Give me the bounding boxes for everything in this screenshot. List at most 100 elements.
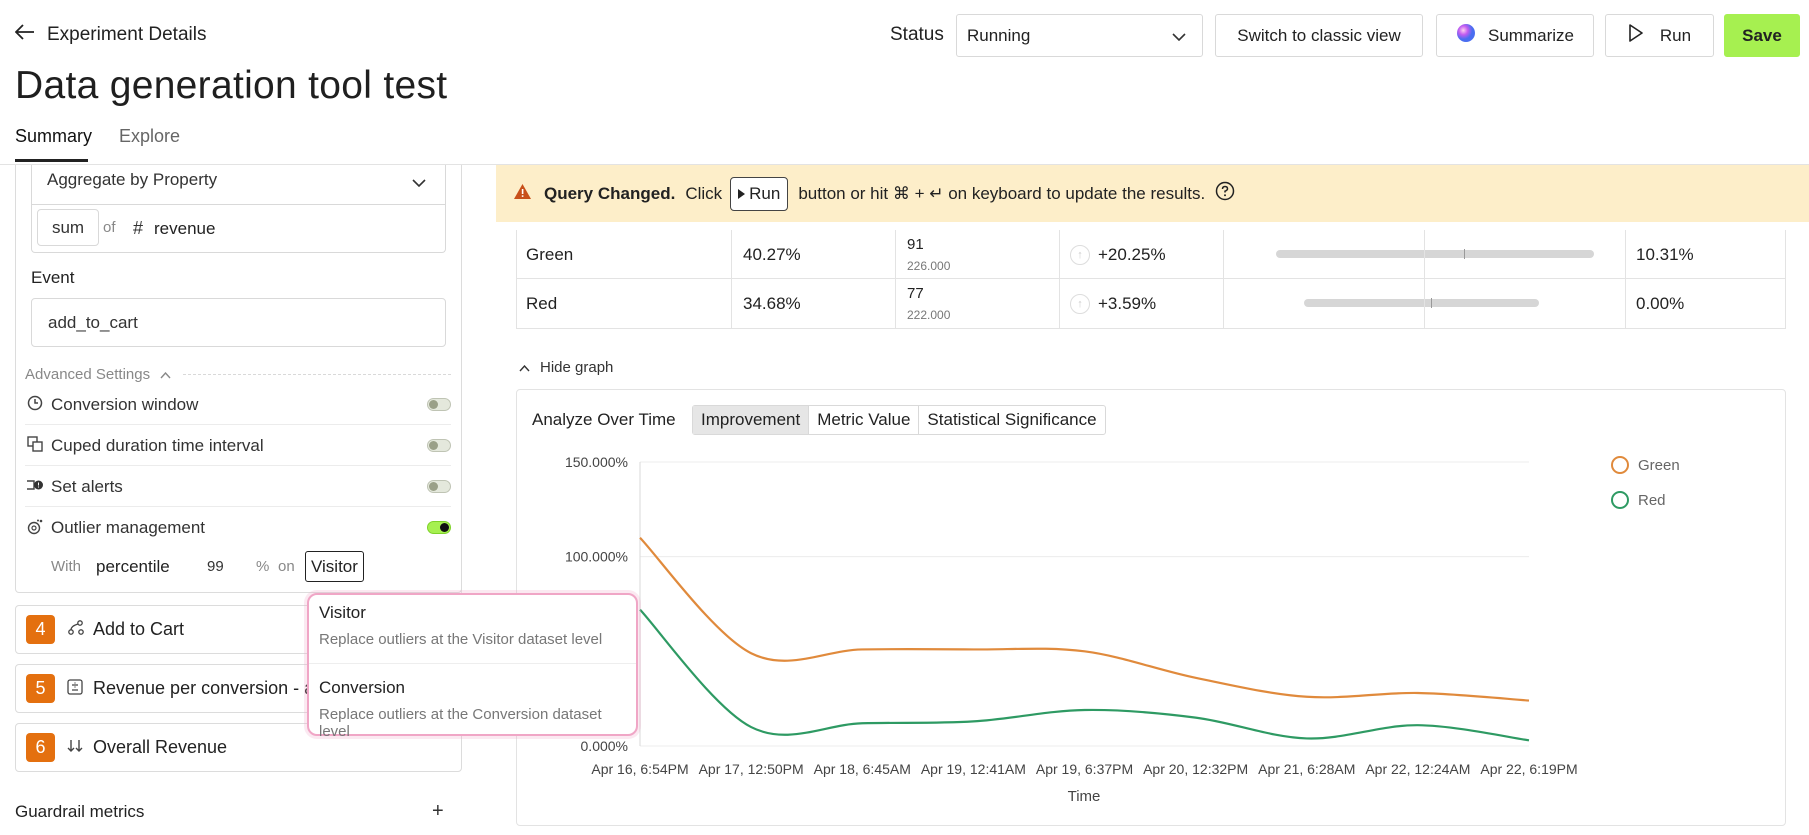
conversion-window-toggle[interactable] (427, 398, 451, 411)
arrow-up-icon: ↑ (1070, 244, 1090, 265)
total-value: 222.000 (907, 308, 951, 322)
significance-value: 10.31% (1636, 244, 1694, 264)
column-divider (1223, 230, 1224, 329)
app-header: Experiment Details Data generation tool … (0, 0, 1809, 165)
adv-label: Outlier management (51, 518, 206, 537)
chevron-up-icon (519, 359, 530, 376)
status-select[interactable]: Running (956, 14, 1203, 57)
outlier-icon (25, 519, 45, 538)
metric-number: 6 (26, 733, 55, 762)
run-button[interactable]: Run (1605, 14, 1714, 57)
line-chart: 150.000% 100.000% 0.000% Apr 16, 6:54PM Apr … (565, 454, 1680, 805)
on-label: on (278, 558, 295, 575)
option-description: Replace outliers at the Conversion datas… (319, 706, 602, 740)
mode-metric-value[interactable]: Metric Value (809, 406, 920, 434)
ci-midpoint (1464, 249, 1465, 259)
column-divider (1785, 230, 1786, 329)
cuped-toggle[interactable] (427, 439, 451, 452)
hide-graph-label: Hide graph (540, 359, 614, 376)
property-name[interactable]: revenue (154, 219, 215, 239)
play-icon (1628, 24, 1644, 47)
column-divider (1059, 230, 1060, 329)
help-icon[interactable] (1215, 181, 1235, 206)
advanced-settings-toggle[interactable]: Advanced Settings (25, 366, 171, 383)
count-cell: 77 222.000 (907, 279, 950, 328)
x-tick-label: Apr 18, 6:45AM (814, 761, 911, 777)
clock-icon (25, 395, 45, 414)
play-icon (738, 184, 746, 204)
metric-number: 5 (26, 674, 55, 703)
tab-explore[interactable]: Explore (119, 126, 180, 147)
adv-row-conversion-window: Conversion window (25, 385, 451, 425)
ci-bar (1303, 299, 1539, 307)
option-divider (309, 663, 636, 664)
agg-function-input[interactable]: sum (37, 209, 99, 246)
sort-down-icon (67, 739, 85, 757)
results-table: Green 40.27% 91 226.000 ↑ +20.25% 10.31%… (516, 230, 1786, 329)
page-title: Data generation tool test (15, 64, 448, 107)
adv-label: Set alerts (51, 476, 123, 496)
chevron-up-icon (160, 366, 171, 383)
x-tick-label: Apr 22, 12:24AM (1365, 761, 1470, 777)
back-link[interactable]: Experiment Details (14, 24, 206, 46)
add-guardrail-button[interactable]: + (432, 800, 444, 823)
column-divider (731, 230, 732, 329)
outlier-toggle[interactable] (427, 521, 451, 534)
x-tick-label: Apr 19, 6:37PM (1036, 761, 1133, 777)
y-tick-label: 150.000% (565, 454, 628, 470)
banner-run-button[interactable]: Run (730, 176, 789, 211)
divider (31, 204, 446, 205)
alerts-toggle[interactable] (427, 480, 451, 493)
x-tick-label: Apr 21, 6:28AM (1258, 761, 1355, 777)
hide-graph-toggle[interactable]: Hide graph (519, 359, 613, 376)
chevron-down-icon (1172, 26, 1186, 46)
outlier-method-select[interactable]: percentile (96, 557, 170, 577)
metric-label: Overall Revenue (93, 737, 228, 757)
count-value: 77 (907, 285, 924, 302)
chart-mode-tabs: Improvement Metric Value Statistical Sig… (692, 405, 1106, 435)
option-visitor[interactable]: Visitor Replace outliers at the Visitor … (319, 603, 602, 648)
mode-improvement[interactable]: Improvement (693, 406, 810, 434)
save-button[interactable]: Save (1724, 14, 1800, 57)
count-value: 91 (907, 236, 924, 253)
y-tick-label: 0.000% (581, 738, 628, 754)
count-cell: 91 226.000 (907, 230, 950, 279)
ai-orb-icon (1456, 23, 1476, 48)
outlier-level-select[interactable]: Visitor (305, 551, 364, 582)
option-conversion[interactable]: Conversion Replace outliers at the Conve… (319, 678, 636, 740)
option-title: Conversion (319, 678, 405, 697)
column-divider (516, 230, 517, 329)
funnel-icon (67, 619, 85, 640)
summarize-label: Summarize (1488, 25, 1574, 45)
series-line-red (639, 608, 1530, 742)
improvement-value: +3.59% (1098, 293, 1157, 313)
switch-classic-view-button[interactable]: Switch to classic view (1215, 14, 1423, 57)
legend-label: Green (1638, 457, 1680, 474)
event-value: add_to_cart (48, 312, 138, 332)
classic-label: Switch to classic view (1237, 25, 1401, 45)
improvement-cell: ↑ +3.59% (1070, 279, 1156, 328)
banner-text: button or hit ⌘ + ↵ on keyboard to updat… (798, 183, 1206, 203)
tab-summary[interactable]: Summary (15, 126, 92, 147)
event-input[interactable]: add_to_cart (31, 298, 446, 347)
option-description: Replace outliers at the Visitor dataset … (319, 631, 603, 648)
warning-icon (513, 183, 532, 205)
percentile-input[interactable]: 99 (207, 558, 224, 575)
adv-label: Conversion window (51, 394, 199, 414)
column-divider (1424, 230, 1425, 329)
column-divider (1625, 230, 1626, 329)
column-divider (895, 230, 896, 329)
banner-run-label: Run (749, 183, 781, 203)
improvement-value: +20.25% (1098, 244, 1166, 264)
legend-label: Red (1638, 492, 1666, 509)
summarize-button[interactable]: Summarize (1436, 14, 1594, 57)
chevron-down-icon[interactable] (412, 174, 426, 192)
conversion-rate: 40.27% (743, 244, 801, 264)
metric-number: 4 (26, 615, 55, 644)
series-line-green (639, 536, 1530, 702)
mode-statistical-significance[interactable]: Statistical Significance (919, 406, 1104, 434)
adv-row-alerts: Set alerts (25, 467, 451, 507)
aggregate-select[interactable]: Aggregate by Property (47, 170, 217, 190)
y-tick-label: 100.000% (565, 549, 628, 565)
conversion-rate: 34.68% (743, 293, 801, 313)
